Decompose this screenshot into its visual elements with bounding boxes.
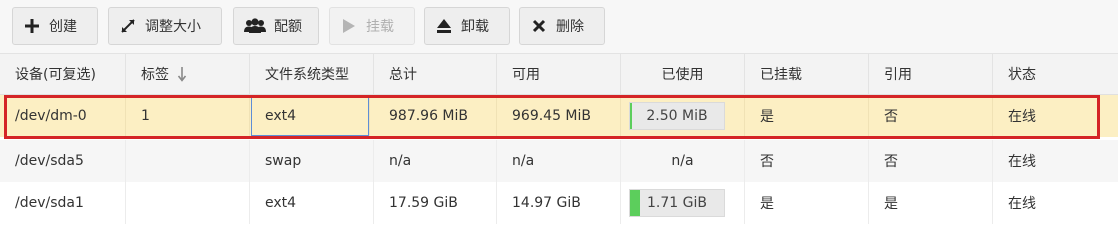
plus-icon [23,17,41,35]
cell-total: 987.96 MiB [374,95,497,137]
cell-fs-type: ext4 [250,182,374,224]
cell-mounted: 是 [745,95,869,137]
quota-button[interactable]: 配额 [233,7,319,45]
resize-label: 调整大小 [145,19,201,35]
header-label[interactable]: 标签 [126,54,250,94]
cell-total: n/a [374,140,497,182]
cell-status: 在线 [1008,109,1036,125]
table-row[interactable]: /dev/sda1 ext4 17.59 GiB 14.97 GiB 1.71 … [0,182,1118,224]
mount-button[interactable]: 挂载 [329,7,415,45]
resize-button[interactable]: 调整大小 [108,7,222,45]
cell-device: /dev/sda5 [0,140,126,182]
play-icon [340,17,358,35]
header-total[interactable]: 总计 [374,54,497,94]
table-row[interactable]: /dev/dm-0 1 ext4 987.96 MiB 969.45 MiB 2… [0,95,1118,137]
cell-mounted: 否 [745,140,869,182]
cell-available: 969.45 MiB [497,95,621,137]
cell-label [126,140,250,182]
table-header: 设备(可复选) 标签 文件系统类型 总计 可用 已使用 已挂载 引用 状态 [0,54,1118,95]
cell-label [126,182,250,224]
cell-available: n/a [497,140,621,182]
quota-label: 配额 [274,19,302,35]
cell-used: 1.71 GiB [621,182,745,224]
create-button[interactable]: 创建 [12,7,98,45]
eject-icon [435,17,453,35]
usage-bar: 2.50 MiB [629,102,725,130]
cell-fs-type: swap [250,140,374,182]
cell-status: 在线 [1008,154,1036,170]
create-label: 创建 [49,19,77,35]
usage-bar: 1.71 GiB [629,189,725,217]
toolbar: 创建 调整大小 配额 挂载 卸载 删除 [0,0,1118,54]
table-row[interactable]: /dev/sda5 swap n/a n/a n/a 否 否 在线 [0,140,1118,182]
delete-button[interactable]: 删除 [519,7,605,45]
mount-label: 挂载 [366,19,394,35]
expand-arrows-icon [119,17,137,35]
cell-available: 14.97 GiB [497,182,621,224]
cell-referenced: 是 [869,182,993,224]
cell-device: /dev/sda1 [0,182,126,224]
cell-device: /dev/dm-0 [0,95,126,137]
cell-used: n/a [621,140,745,182]
header-used[interactable]: 已使用 [621,54,745,94]
header-status[interactable]: 状态 [993,54,1118,94]
cell-referenced: 否 [869,95,993,137]
sort-down-icon [177,66,187,82]
cell-fs-type[interactable]: ext4 [250,95,370,137]
cell-referenced: 否 [869,140,993,182]
header-fs-type[interactable]: 文件系统类型 [250,54,374,94]
cell-status: 在线 [1008,196,1036,212]
usage-text: 2.50 MiB [646,108,708,124]
unmount-label: 卸载 [461,19,489,35]
cell-total: 17.59 GiB [374,182,497,224]
cell-used: 2.50 MiB [621,95,745,137]
header-available[interactable]: 可用 [497,54,621,94]
delete-label: 删除 [556,19,584,35]
close-icon [530,17,548,35]
unmount-button[interactable]: 卸载 [424,7,510,45]
header-referenced[interactable]: 引用 [869,54,993,94]
usage-text: 1.71 GiB [647,195,707,211]
users-icon [244,17,266,35]
cell-label: 1 [126,95,250,137]
header-mounted[interactable]: 已挂载 [745,54,869,94]
header-device[interactable]: 设备(可复选) [0,54,126,94]
cell-mounted: 是 [745,182,869,224]
